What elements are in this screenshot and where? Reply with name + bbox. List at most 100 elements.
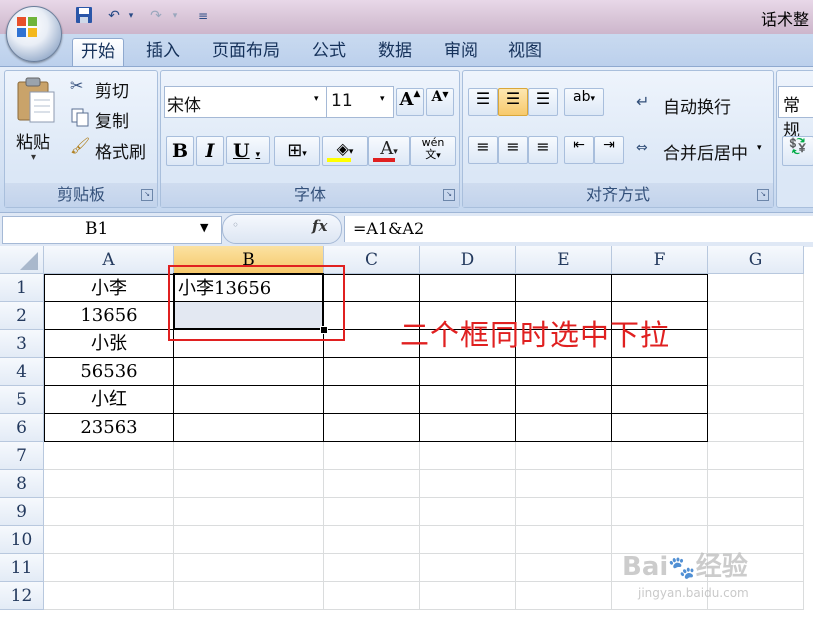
tab-review[interactable]: 审阅 [436,38,486,66]
cell-f5[interactable] [612,386,708,414]
wrap-text-button[interactable]: 自动换行 [663,93,731,118]
cell-d7[interactable] [420,442,516,470]
row-header-3[interactable]: 3 [0,330,44,358]
cell-a12[interactable] [44,582,174,610]
undo-icon[interactable]: ↶ [104,6,124,26]
cell-a9[interactable] [44,498,174,526]
cell-f8[interactable] [612,470,708,498]
cell-c12[interactable] [324,582,420,610]
fill-color-button[interactable]: ◈▾ [322,136,368,166]
row-header-2[interactable]: 2 [0,302,44,330]
cell-c10[interactable] [324,526,420,554]
chevron-down-icon[interactable]: ▾ [314,94,319,104]
row-header-1[interactable]: 1 [0,274,44,302]
cell-e5[interactable] [516,386,612,414]
tab-view[interactable]: 视图 [500,38,550,66]
column-header-d[interactable]: D [420,246,516,274]
cell-f6[interactable] [612,414,708,442]
orientation-button[interactable]: ab▾ [564,88,604,116]
cell-e12[interactable] [516,582,612,610]
row-header-7[interactable]: 7 [0,442,44,470]
paste-button[interactable]: 粘贴 [16,128,50,153]
bottom-align-button[interactable]: ☰ [528,88,558,116]
customize-qat-icon[interactable]: ≡ [196,6,210,26]
decrease-indent-button[interactable]: ⇤ [564,136,594,164]
chevron-down-icon[interactable]: ▾ [757,143,762,153]
align-right-button[interactable]: ≡ [528,136,558,164]
cell-d8[interactable] [420,470,516,498]
cell-d5[interactable] [420,386,516,414]
cell-g1[interactable] [708,274,804,302]
select-all-corner[interactable] [0,246,44,274]
chevron-down-icon[interactable]: ▾ [380,94,385,104]
cell-e10[interactable] [516,526,612,554]
cell-e6[interactable] [516,414,612,442]
cell-g5[interactable] [708,386,804,414]
italic-button[interactable]: I [196,136,224,166]
cell-g4[interactable] [708,358,804,386]
row-header-12[interactable]: 12 [0,582,44,610]
middle-align-button[interactable]: ☰ [498,88,528,116]
underline-button[interactable]: U ▾ [226,136,270,164]
cell-a8[interactable] [44,470,174,498]
column-header-e[interactable]: E [516,246,612,274]
cell-b8[interactable] [174,470,324,498]
tab-home[interactable]: 开始 [72,38,124,67]
merge-center-button[interactable]: 合并后居中 [663,139,748,164]
cell-f4[interactable] [612,358,708,386]
format-painter-button[interactable]: 格式刷 [95,138,146,163]
cell-f7[interactable] [612,442,708,470]
cut-button[interactable]: 剪切 [95,77,129,102]
align-left-button[interactable]: ≡ [468,136,498,164]
cell-d1[interactable] [420,274,516,302]
cell-e4[interactable] [516,358,612,386]
row-header-5[interactable]: 5 [0,386,44,414]
cell-e8[interactable] [516,470,612,498]
cell-b5[interactable] [174,386,324,414]
cell-a3[interactable]: 小张 [44,330,174,358]
redo-dropdown-icon[interactable]: ▾ [168,6,182,26]
align-center-button[interactable]: ≡ [498,136,528,164]
grow-font-button[interactable]: A▲ [396,88,424,116]
accounting-format-button[interactable]: 💱 [782,136,813,166]
cell-g6[interactable] [708,414,804,442]
tab-formulas[interactable]: 公式 [304,38,354,66]
cell-f1[interactable] [612,274,708,302]
insert-function-icon[interactable]: fx [312,217,327,235]
cell-b6[interactable] [174,414,324,442]
paste-icon[interactable] [14,76,58,124]
cell-c7[interactable] [324,442,420,470]
cell-b4[interactable] [174,358,324,386]
cell-a4[interactable]: 56536 [44,358,174,386]
cell-b11[interactable] [174,554,324,582]
resize-handle-icon[interactable]: ◦ [232,218,239,232]
column-header-g[interactable]: G [708,246,804,274]
row-header-8[interactable]: 8 [0,470,44,498]
cell-d11[interactable] [420,554,516,582]
cell-g7[interactable] [708,442,804,470]
cell-g2[interactable] [708,302,804,330]
undo-dropdown-icon[interactable]: ▾ [126,6,136,26]
row-header-4[interactable]: 4 [0,358,44,386]
redo-icon[interactable]: ↷ [146,6,166,26]
tab-insert[interactable]: 插入 [138,38,188,66]
cell-c11[interactable] [324,554,420,582]
top-align-button[interactable]: ☰ [468,88,498,116]
cell-c6[interactable] [324,414,420,442]
save-icon[interactable] [74,6,94,26]
cell-b7[interactable] [174,442,324,470]
cell-a10[interactable] [44,526,174,554]
phonetic-button[interactable]: wén 文▾ [410,136,456,166]
cell-e9[interactable] [516,498,612,526]
cell-a7[interactable] [44,442,174,470]
cell-a1[interactable]: 小李 [44,274,174,302]
cell-b10[interactable] [174,526,324,554]
tab-data[interactable]: 数据 [370,38,420,66]
cell-c8[interactable] [324,470,420,498]
paste-dropdown-icon[interactable]: ▾ [31,152,36,163]
dialog-launcher-icon[interactable]: ↘ [141,189,153,201]
name-box[interactable] [2,216,222,244]
column-header-f[interactable]: F [612,246,708,274]
cell-e11[interactable] [516,554,612,582]
cell-b12[interactable] [174,582,324,610]
